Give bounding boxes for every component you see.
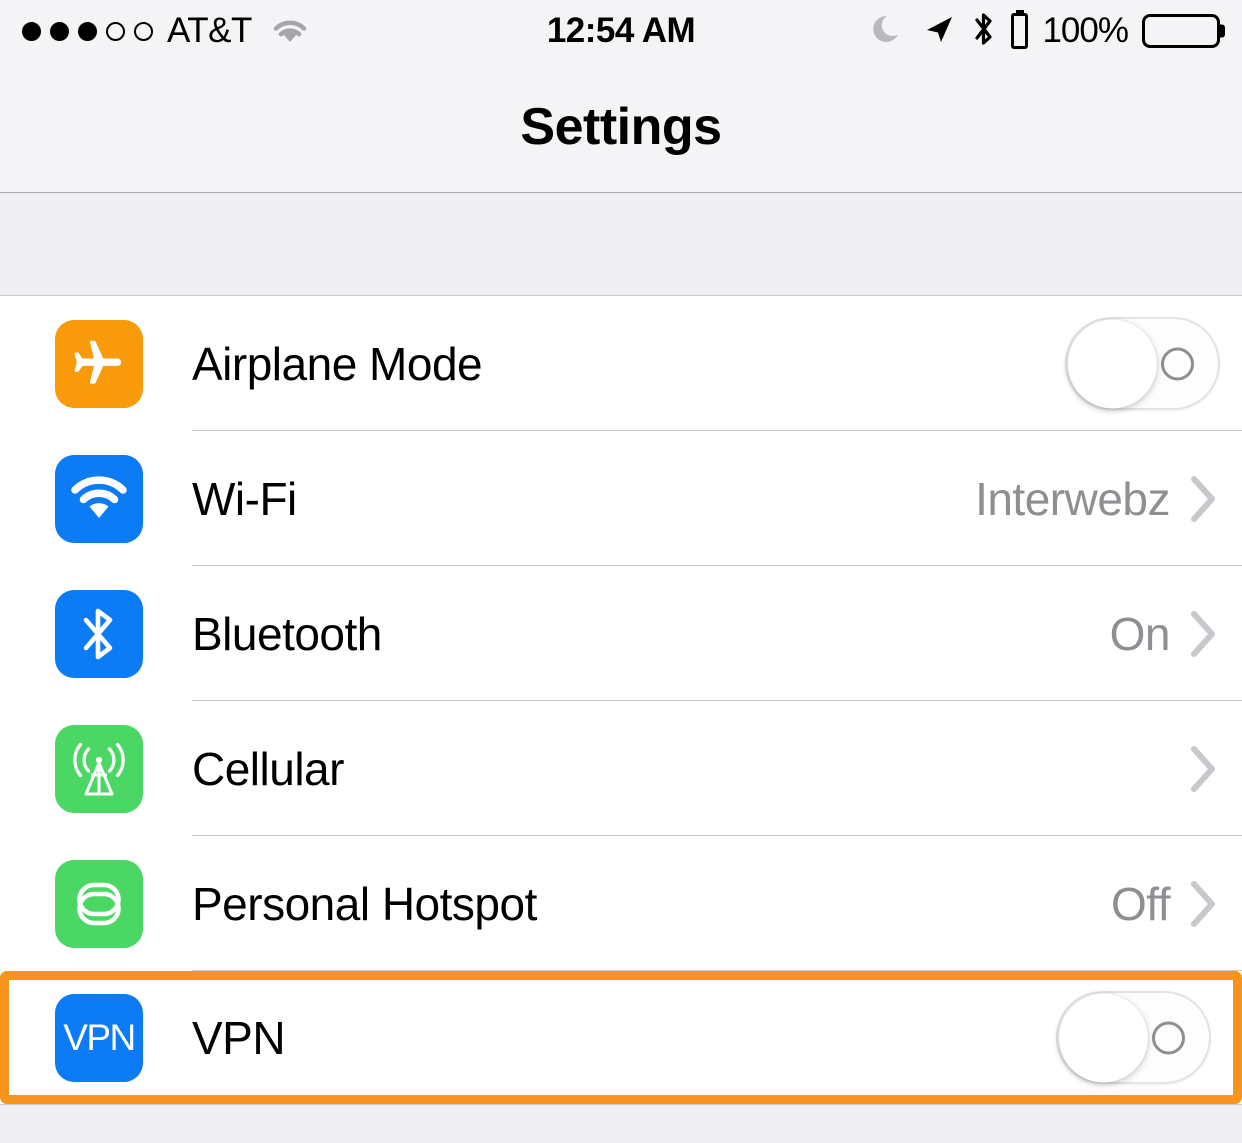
chevron-right-icon [1191,880,1215,927]
settings-row-accessory: Off [1111,876,1220,932]
battery-full-icon [1142,14,1225,48]
signal-dot-5 [134,21,153,41]
status-bar-left: AT&T [22,11,310,51]
settings-row-wifi[interactable]: Wi-Fi Interwebz [0,431,1242,566]
settings-row-label: Bluetooth [192,607,382,660]
status-bar: AT&T 12:54 AM 100% [0,0,1242,62]
carrier-label: AT&T [167,11,252,50]
settings-row-label: Cellular [192,742,344,795]
settings-row-value: On [1109,607,1171,660]
bluetooth-icon-tile [55,589,143,678]
signal-dot-4 [106,21,125,41]
bluetooth-icon [971,9,997,54]
airplane-mode-toggle[interactable] [1065,317,1220,410]
settings-row-cellular[interactable]: Cellular [0,701,1242,836]
settings-row-accessory [1056,991,1211,1084]
settings-list: Airplane Mode Wi-Fi Interwebz Bluetooth On [0,296,1242,1104]
settings-row-vpn[interactable]: VPN VPN [0,971,1242,1104]
vpn-toggle[interactable] [1056,991,1211,1084]
chevron-right-icon [1191,475,1215,522]
settings-row-value: Interwebz [975,472,1170,525]
settings-row-label: Airplane Mode [192,337,483,390]
hotspot-link-icon [77,882,121,925]
cellular-tower-icon [73,742,125,795]
bluetooth-icon [83,608,113,659]
settings-group-spacer [0,193,1242,296]
personal-hotspot-icon-tile [55,859,143,948]
wifi-status-icon [270,16,310,46]
toggle-knob[interactable] [1068,319,1157,408]
battery-percent-label: 100% [1042,11,1129,50]
settings-row-accessory: Interwebz [975,471,1220,527]
cellular-icon-tile [55,724,143,813]
settings-row-accessory [1065,317,1220,410]
settings-row-accessory: On [1110,606,1220,662]
settings-row-value: Off [1110,877,1171,930]
wifi-icon [71,475,127,518]
status-bar-right: 100% [871,9,1225,54]
airplane-mode-icon-tile [55,319,143,408]
chevron-right-icon [1191,745,1215,792]
vpn-icon-tile: VPN [55,993,143,1082]
vpn-badge-label: VPN [63,1016,136,1058]
signal-dot-3 [78,21,97,41]
settings-row-airplane-mode[interactable]: Airplane Mode [0,296,1242,431]
toggle-off-indicator-icon [1152,1021,1185,1054]
settings-row-label: Personal Hotspot [192,877,537,930]
moon-icon [871,11,907,52]
location-arrow-icon [921,11,957,52]
page-title: Settings [520,98,722,156]
signal-dot-2 [50,21,69,41]
settings-row-accessory [1186,741,1220,797]
settings-row-label: VPN [192,1011,286,1064]
navigation-bar: Settings [0,62,1242,193]
chevron-right-icon [1191,610,1215,657]
toggle-knob[interactable] [1059,993,1148,1082]
settings-row-personal-hotspot[interactable]: Personal Hotspot Off [0,836,1242,971]
settings-row-bluetooth[interactable]: Bluetooth On [0,566,1242,701]
wifi-icon-tile [55,454,143,543]
airplane-icon [74,340,121,384]
bluetooth-device-battery-icon [1011,10,1029,49]
cellular-signal-dots [22,21,153,41]
toggle-off-indicator-icon [1161,347,1194,380]
signal-dot-1 [22,21,41,41]
settings-group-footer-spacer [0,1104,1242,1143]
settings-row-label: Wi-Fi [192,472,297,525]
